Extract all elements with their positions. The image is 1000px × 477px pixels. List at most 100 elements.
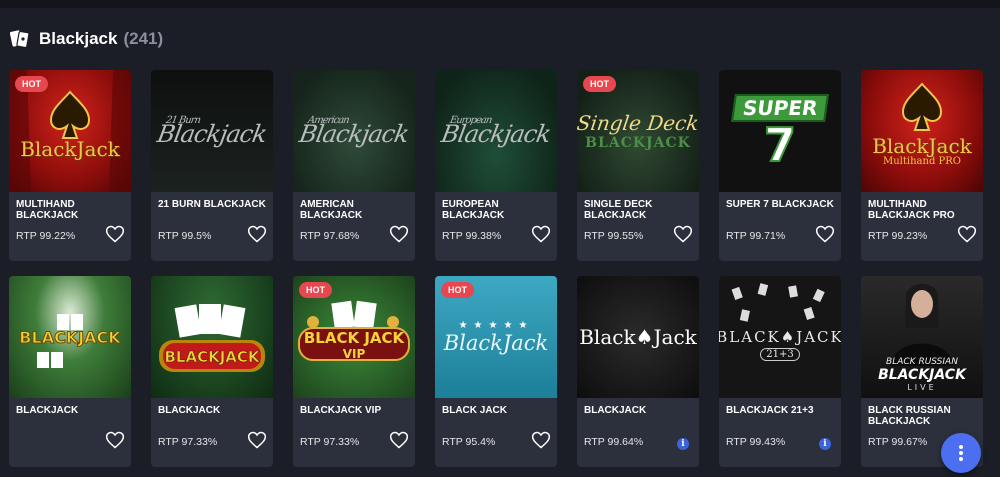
game-art-subtext: BLACKJACK xyxy=(585,135,691,151)
game-rtp: RTP 99.5% xyxy=(158,230,212,242)
game-name: BLACKJACK VIP xyxy=(300,405,382,416)
dot-icon xyxy=(959,451,963,455)
game-art-text: BlackJack xyxy=(20,137,120,161)
hot-badge: HOT xyxy=(441,282,474,298)
game-name: BLACK RUSSIAN BLACKJACK xyxy=(868,405,951,427)
game-rtp: RTP 99.22% xyxy=(16,230,76,242)
game-art-text: Blackjack xyxy=(438,119,553,148)
game-art-subtext: 7 xyxy=(763,118,797,172)
heart-icon[interactable] xyxy=(105,430,125,450)
game-art-text: BLACK JACK xyxy=(303,329,405,347)
game-thumbnail[interactable]: BLACKJACK xyxy=(151,276,273,398)
dot-icon xyxy=(959,445,963,449)
game-name: SUPER 7 BLACKJACK xyxy=(726,199,834,210)
game-rtp: RTP 97.33% xyxy=(300,436,360,448)
game-name: BLACKJACK xyxy=(584,405,647,416)
game-rtp: RTP 99.38% xyxy=(442,230,502,242)
heart-icon[interactable] xyxy=(247,430,267,450)
game-thumbnail[interactable]: Single Deck BLACKJACK HOT xyxy=(577,70,699,192)
more-options-button[interactable] xyxy=(941,433,981,473)
heart-icon[interactable] xyxy=(673,224,693,244)
game-name: MULTIHAND BLACKJACK xyxy=(16,199,79,221)
dot-icon xyxy=(959,457,963,461)
game-thumbnail[interactable]: American Blackjack xyxy=(293,70,415,192)
game-card[interactable]: BLACKJACK BLACKJACK xyxy=(9,276,131,467)
hot-badge: HOT xyxy=(299,282,332,298)
game-rtp: RTP 97.33% xyxy=(158,436,218,448)
game-name: SINGLE DECK BLACKJACK xyxy=(584,199,653,221)
game-thumbnail[interactable]: BLACKJACK xyxy=(9,276,131,398)
game-name: 21 BURN BLACKJACK xyxy=(158,199,266,210)
game-art-subtext: VIP xyxy=(342,347,366,361)
game-art-text: BLACK♠JACK xyxy=(719,327,841,346)
info-icon[interactable]: i xyxy=(819,438,831,450)
game-name: BLACKJACK 21+3 xyxy=(726,405,814,416)
game-thumbnail[interactable]: BlackJack HOT xyxy=(9,70,131,192)
game-rtp: RTP 99.67% xyxy=(868,436,928,448)
game-name: AMERICAN BLACKJACK xyxy=(300,199,363,221)
game-thumbnail[interactable]: European Blackjack xyxy=(435,70,557,192)
game-card[interactable]: BLACK♠JACK 21+3 BLACKJACK 21+3 RTP 99.43… xyxy=(719,276,841,467)
game-art-subtext: BLACKJACK xyxy=(878,367,966,383)
game-card[interactable]: ★★★★★ BlackJack HOT BLACK JACK RTP 95.4% xyxy=(435,276,557,467)
game-card[interactable]: SUPER 7 SUPER 7 BLACKJACK RTP 99.71% xyxy=(719,70,841,261)
game-card[interactable]: BlackJack HOT MULTIHAND BLACKJACK RTP 99… xyxy=(9,70,131,261)
game-art-subtext: LIVE xyxy=(907,383,937,392)
game-art-text: BLACK RUSSIAN xyxy=(886,357,958,367)
game-thumbnail[interactable]: BlackJack Multihand PRO xyxy=(861,70,983,192)
game-card[interactable]: BlackJack Multihand PRO MULTIHAND BLACKJ… xyxy=(861,70,983,261)
game-art-subtext: 21+3 xyxy=(760,347,800,361)
game-name: MULTIHAND BLACKJACK PRO xyxy=(868,199,955,221)
game-card[interactable]: Black♠Jack BLACKJACK RTP 99.64% i xyxy=(577,276,699,467)
game-rtp: RTP 99.43% xyxy=(726,436,786,448)
game-thumbnail[interactable]: BLACK JACK VIP HOT xyxy=(293,276,415,398)
heart-icon[interactable] xyxy=(531,430,551,450)
game-card[interactable]: Single Deck BLACKJACK HOT SINGLE DECK BL… xyxy=(577,70,699,261)
hot-badge: HOT xyxy=(583,76,616,92)
heart-icon[interactable] xyxy=(531,224,551,244)
game-name: EUROPEAN BLACKJACK xyxy=(442,199,505,221)
game-thumbnail[interactable]: BLACK RUSSIAN BLACKJACK LIVE xyxy=(861,276,983,398)
game-card[interactable]: BLACK JACK VIP HOT BLACKJACK VIP RTP 97.… xyxy=(293,276,415,467)
game-name: BLACK JACK xyxy=(442,405,507,416)
game-card[interactable]: European Blackjack EUROPEAN BLACKJACK RTP… xyxy=(435,70,557,261)
heart-icon[interactable] xyxy=(389,430,409,450)
info-icon[interactable]: i xyxy=(677,438,689,450)
game-card[interactable]: American Blackjack AMERICAN BLACKJACK RTP… xyxy=(293,70,415,261)
game-thumbnail[interactable]: ★★★★★ BlackJack HOT xyxy=(435,276,557,398)
cards-icon xyxy=(9,28,30,50)
stars-decoration: ★★★★★ xyxy=(458,319,534,331)
heart-icon[interactable] xyxy=(389,224,409,244)
game-card[interactable]: BLACKJACK BLACKJACK RTP 97.33% xyxy=(151,276,273,467)
game-thumbnail[interactable]: 21 Burn Blackjack xyxy=(151,70,273,192)
game-rtp: RTP 99.64% xyxy=(584,436,644,448)
game-name: BLACKJACK xyxy=(16,405,79,416)
game-rtp: RTP 95.4% xyxy=(442,436,496,448)
top-bar xyxy=(0,0,1000,8)
game-art-text: Single Deck xyxy=(577,111,699,135)
game-art-text: SUPER xyxy=(730,94,830,122)
game-art-text: Blackjack xyxy=(154,119,269,148)
hot-badge: HOT xyxy=(15,76,48,92)
game-art-text: Black♠Jack xyxy=(579,325,697,349)
heart-icon[interactable] xyxy=(247,224,267,244)
game-art-text: BLACKJACK xyxy=(164,348,260,367)
game-thumbnail[interactable]: BLACK♠JACK 21+3 xyxy=(719,276,841,398)
category-header: Blackjack (241) xyxy=(9,26,164,52)
game-rtp: RTP 97.68% xyxy=(300,230,360,242)
game-art-subtext: Multihand PRO xyxy=(883,155,961,167)
game-thumbnail[interactable]: SUPER 7 xyxy=(719,70,841,192)
game-count: (241) xyxy=(123,29,164,48)
game-thumbnail[interactable]: Black♠Jack xyxy=(577,276,699,398)
heart-icon[interactable] xyxy=(105,224,125,244)
game-rtp: RTP 99.55% xyxy=(584,230,644,242)
game-art-text: Blackjack xyxy=(296,119,411,148)
game-card[interactable]: 21 Burn Blackjack 21 BURN BLACKJACK RTP 9… xyxy=(151,70,273,261)
page-title: Blackjack xyxy=(39,29,118,48)
game-name: BLACKJACK xyxy=(158,405,221,416)
game-rtp: RTP 99.71% xyxy=(726,230,786,242)
heart-icon[interactable] xyxy=(957,224,977,244)
game-art-text: BlackJack xyxy=(872,133,972,158)
game-art-text: BlackJack xyxy=(443,330,549,355)
heart-icon[interactable] xyxy=(815,224,835,244)
